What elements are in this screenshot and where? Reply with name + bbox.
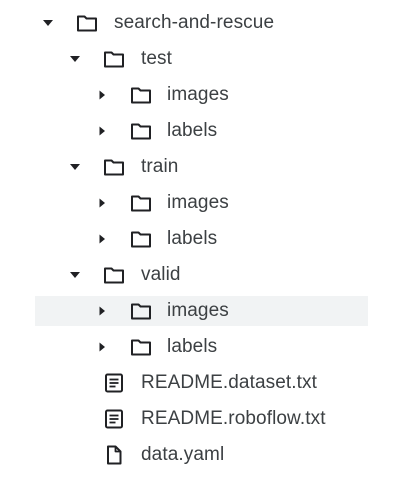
folder-icon xyxy=(76,12,98,34)
tree-item-test-labels[interactable]: labels xyxy=(0,116,409,146)
tree-item-test[interactable]: test xyxy=(0,44,409,74)
tree-item-label: images xyxy=(167,300,229,321)
tree-item-label: README.roboflow.txt xyxy=(141,408,326,429)
tree-item-label: valid xyxy=(141,264,181,285)
text-file-icon xyxy=(103,408,125,430)
caret-down-icon[interactable] xyxy=(69,53,81,65)
caret-down-icon[interactable] xyxy=(42,17,54,29)
folder-icon xyxy=(130,300,152,322)
caret-right-icon[interactable] xyxy=(96,125,108,137)
tree-item-label: README.dataset.txt xyxy=(141,372,318,393)
caret-right-icon[interactable] xyxy=(96,89,108,101)
tree-item-label: test xyxy=(141,48,173,69)
tree-item-label: images xyxy=(167,192,229,213)
tree-item-train-images[interactable]: images xyxy=(0,188,409,218)
tree-item-data-yaml[interactable]: data.yaml xyxy=(0,440,409,470)
tree-item-label: train xyxy=(141,156,179,177)
caret-right-icon[interactable] xyxy=(96,305,108,317)
tree-item-label: data.yaml xyxy=(141,444,225,465)
file-tree: search-and-rescue test images labels tra… xyxy=(0,0,409,498)
tree-item-train-labels[interactable]: labels xyxy=(0,224,409,254)
tree-item-label: images xyxy=(167,84,229,105)
text-file-icon xyxy=(103,372,125,394)
folder-icon xyxy=(130,192,152,214)
tree-item-label: labels xyxy=(167,228,218,249)
tree-item-label: labels xyxy=(167,120,218,141)
tree-item-valid[interactable]: valid xyxy=(0,260,409,290)
tree-item-valid-images[interactable]: images xyxy=(35,296,368,326)
folder-icon xyxy=(103,48,125,70)
folder-icon xyxy=(103,156,125,178)
folder-icon xyxy=(130,336,152,358)
file-icon xyxy=(103,444,125,466)
caret-right-icon[interactable] xyxy=(96,197,108,209)
folder-icon xyxy=(130,84,152,106)
caret-right-icon[interactable] xyxy=(96,341,108,353)
tree-item-readme-dataset[interactable]: README.dataset.txt xyxy=(0,368,409,398)
tree-item-label: search-and-rescue xyxy=(114,12,275,33)
caret-down-icon[interactable] xyxy=(69,161,81,173)
tree-item-test-images[interactable]: images xyxy=(0,80,409,110)
tree-item-valid-labels[interactable]: labels xyxy=(0,332,409,362)
tree-item-label: labels xyxy=(167,336,218,357)
folder-icon xyxy=(130,120,152,142)
caret-down-icon[interactable] xyxy=(69,269,81,281)
folder-icon xyxy=(103,264,125,286)
tree-item-readme-roboflow[interactable]: README.roboflow.txt xyxy=(0,404,409,434)
folder-icon xyxy=(130,228,152,250)
tree-item-search-and-rescue[interactable]: search-and-rescue xyxy=(0,8,409,38)
caret-right-icon[interactable] xyxy=(96,233,108,245)
tree-item-train[interactable]: train xyxy=(0,152,409,182)
